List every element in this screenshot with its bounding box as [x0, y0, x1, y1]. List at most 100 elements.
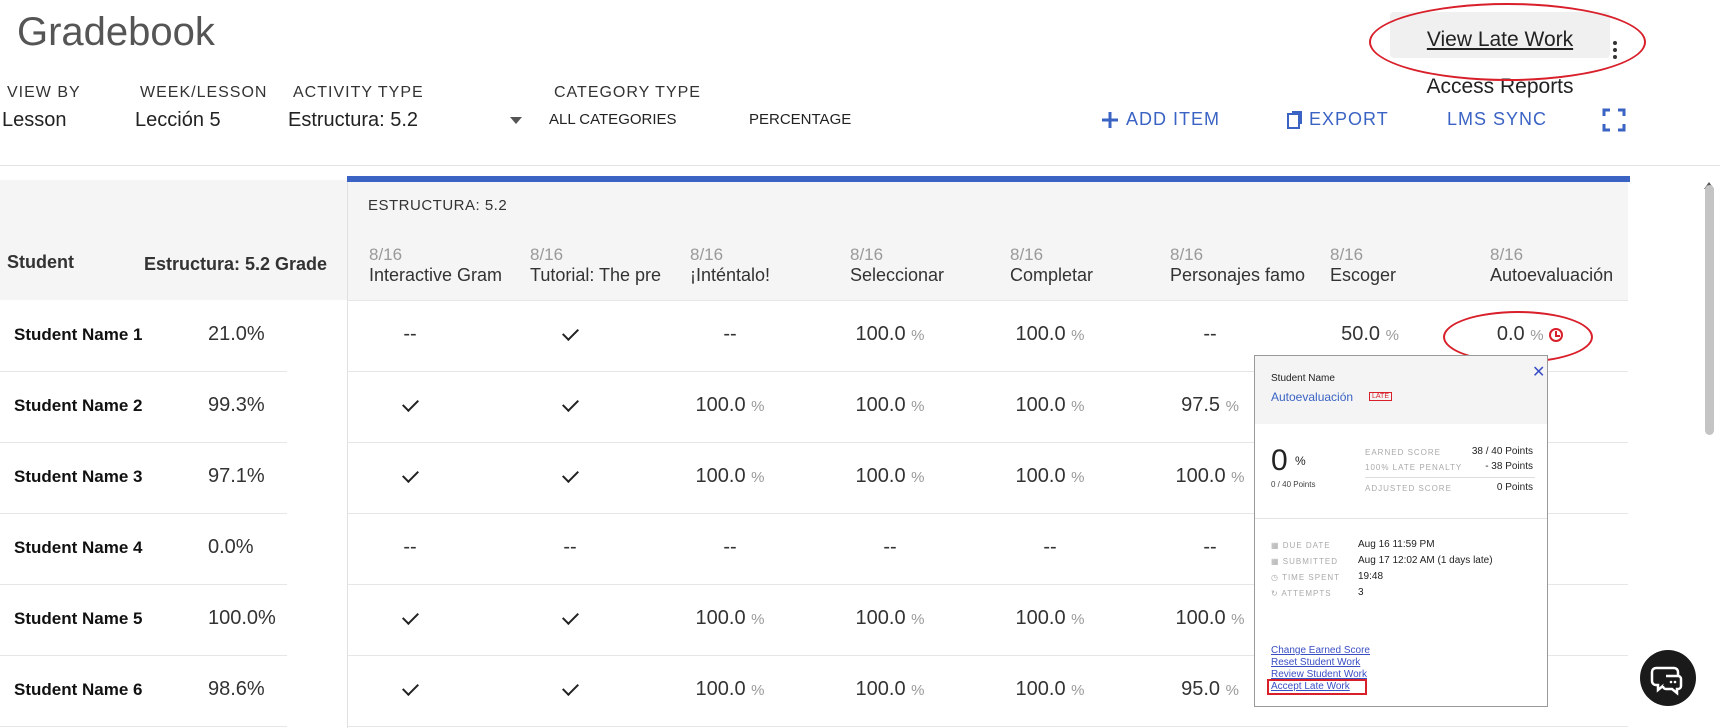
column-header[interactable]: Completar	[1010, 265, 1150, 286]
column-header[interactable]: Seleccionar	[850, 265, 990, 286]
chat-button[interactable]	[1640, 650, 1696, 706]
grade-cell[interactable]: --	[360, 536, 460, 559]
refresh-icon: ↻	[1271, 589, 1282, 598]
grade-cell[interactable]: 100.0 %	[680, 394, 780, 417]
lms-sync-button[interactable]: LMS SYNC	[1447, 109, 1547, 130]
close-icon[interactable]: ✕	[1532, 362, 1545, 382]
score-value: 100.0	[1015, 323, 1066, 345]
grade-cell[interactable]: 100.0 %	[1160, 465, 1260, 488]
grade-cell[interactable]	[520, 678, 620, 701]
student-name[interactable]: Student Name 4	[14, 538, 142, 558]
score-value: 100.0	[855, 323, 906, 345]
plus-icon	[1102, 111, 1118, 128]
column-header[interactable]: Escoger	[1330, 265, 1470, 286]
grade-cell[interactable]: --	[840, 536, 940, 559]
student-name[interactable]: Student Name 1	[14, 325, 142, 345]
adjusted-score-label: ADJUSTED SCORE	[1365, 484, 1452, 493]
grade-cell[interactable]	[520, 465, 620, 488]
student-grade: 98.6%	[208, 678, 265, 700]
export-icon	[1287, 110, 1302, 129]
percent-sign: %	[751, 611, 765, 628]
grade-cell[interactable]	[360, 465, 460, 488]
student-name[interactable]: Student Name 3	[14, 467, 142, 487]
category-type-select[interactable]: ALL CATEGORIES	[549, 111, 677, 128]
column-header[interactable]: Tutorial: The pre	[530, 265, 670, 286]
empty-value: --	[723, 323, 737, 345]
percent-sign: %	[1231, 611, 1245, 628]
column-header[interactable]: ¡Inténtalo!	[690, 265, 830, 286]
grade-cell[interactable]: 100.0 %	[840, 607, 940, 630]
reset-student-work-link[interactable]: Reset Student Work	[1271, 657, 1360, 668]
grade-cell[interactable]	[360, 678, 460, 701]
chevron-down-icon[interactable]	[510, 117, 522, 124]
fullscreen-icon[interactable]	[1602, 108, 1626, 137]
column-header-date: 8/16	[850, 245, 884, 264]
grade-cell[interactable]: 100.0 %	[1000, 323, 1100, 346]
late-badge: LATE	[1369, 392, 1392, 401]
grade-cell[interactable]: --	[1000, 536, 1100, 559]
grade-cell[interactable]: 95.0 %	[1160, 678, 1260, 701]
scrollbar[interactable]	[1705, 185, 1714, 435]
column-header[interactable]: Autoevaluación	[1490, 265, 1630, 286]
percent-sign: %	[751, 469, 765, 486]
score-value: 100.0	[1015, 394, 1066, 416]
student-grade: 99.3%	[208, 394, 265, 416]
grade-cell[interactable]: 100.0 %	[840, 678, 940, 701]
popup-activity[interactable]: Autoevaluación	[1271, 390, 1353, 404]
student-name[interactable]: Student Name 2	[14, 396, 142, 416]
empty-value: --	[403, 323, 417, 345]
display-mode-select[interactable]: PERCENTAGE	[749, 111, 851, 128]
activity-type-select[interactable]: Estructura: 5.2	[288, 109, 418, 132]
grade-cell[interactable]: 100.0 %	[1000, 678, 1100, 701]
grade-cell[interactable]: 100.0 %	[680, 607, 780, 630]
view-by-label: VIEW BY	[7, 84, 81, 101]
grade-cell[interactable]: 100.0 %	[1000, 607, 1100, 630]
week-lesson-select[interactable]: Lección 5	[135, 109, 221, 132]
grade-cell[interactable]: --	[1160, 323, 1260, 346]
row-divider	[0, 442, 287, 443]
time-spent-value: 19:48	[1358, 571, 1384, 582]
student-name[interactable]: Student Name 6	[14, 680, 142, 700]
column-header-date: 8/16	[1490, 245, 1524, 264]
percent-sign: %	[1071, 469, 1085, 486]
grade-cell[interactable]: 100.0 %	[1000, 394, 1100, 417]
submitted-label: ▦ SUBMITTED	[1271, 557, 1339, 566]
grade-cell[interactable]: --	[680, 536, 780, 559]
group-header: ESTRUCTURA: 5.2	[368, 197, 508, 214]
column-header[interactable]: Personajes famo	[1170, 265, 1310, 286]
grade-cell[interactable]: 100.0 %	[840, 394, 940, 417]
change-earned-score-link[interactable]: Change Earned Score	[1271, 645, 1370, 656]
grade-cell[interactable]: --	[520, 536, 620, 559]
grade-cell[interactable]: 100.0 %	[840, 465, 940, 488]
grade-cell[interactable]	[520, 607, 620, 630]
grade-cell[interactable]	[520, 394, 620, 417]
late-work-popup: Student Name Autoevaluación LATE ✕ 0 % 0…	[1254, 355, 1548, 707]
due-date-label: ▦ DUE DATE	[1271, 541, 1331, 550]
more-vert-icon[interactable]	[1613, 38, 1619, 62]
grade-cell[interactable]	[360, 607, 460, 630]
grade-cell[interactable]: 100.0 %	[680, 465, 780, 488]
grade-cell[interactable]: 97.5 %	[1160, 394, 1260, 417]
grade-cell[interactable]: 100.0 %	[840, 323, 940, 346]
grade-cell[interactable]: 50.0 %	[1320, 323, 1420, 346]
grade-cell[interactable]: 100.0 %	[1160, 607, 1260, 630]
view-by-select[interactable]: Lesson	[2, 109, 67, 132]
add-item-button[interactable]: ADD ITEM	[1100, 109, 1220, 130]
export-button[interactable]: EXPORT	[1285, 109, 1389, 130]
grade-cell[interactable]	[360, 394, 460, 417]
add-item-label: ADD ITEM	[1126, 109, 1221, 129]
grade-cell[interactable]: --	[360, 323, 460, 346]
grade-cell[interactable]: --	[1160, 536, 1260, 559]
check-icon	[561, 395, 579, 412]
grade-column-header[interactable]: Estructura: 5.2 Grade	[144, 254, 327, 275]
percent-sign: %	[1385, 327, 1399, 344]
check-icon	[561, 608, 579, 625]
grade-cell[interactable]: 100.0 %	[1000, 465, 1100, 488]
student-name[interactable]: Student Name 5	[14, 609, 142, 629]
grade-cell[interactable]: --	[680, 323, 780, 346]
accept-late-work-highlight	[1267, 679, 1367, 695]
column-header[interactable]: Interactive Gram	[369, 265, 509, 286]
grade-cell[interactable]: 100.0 %	[680, 678, 780, 701]
student-column-header[interactable]: Student	[7, 252, 74, 273]
grade-cell[interactable]	[520, 323, 620, 346]
